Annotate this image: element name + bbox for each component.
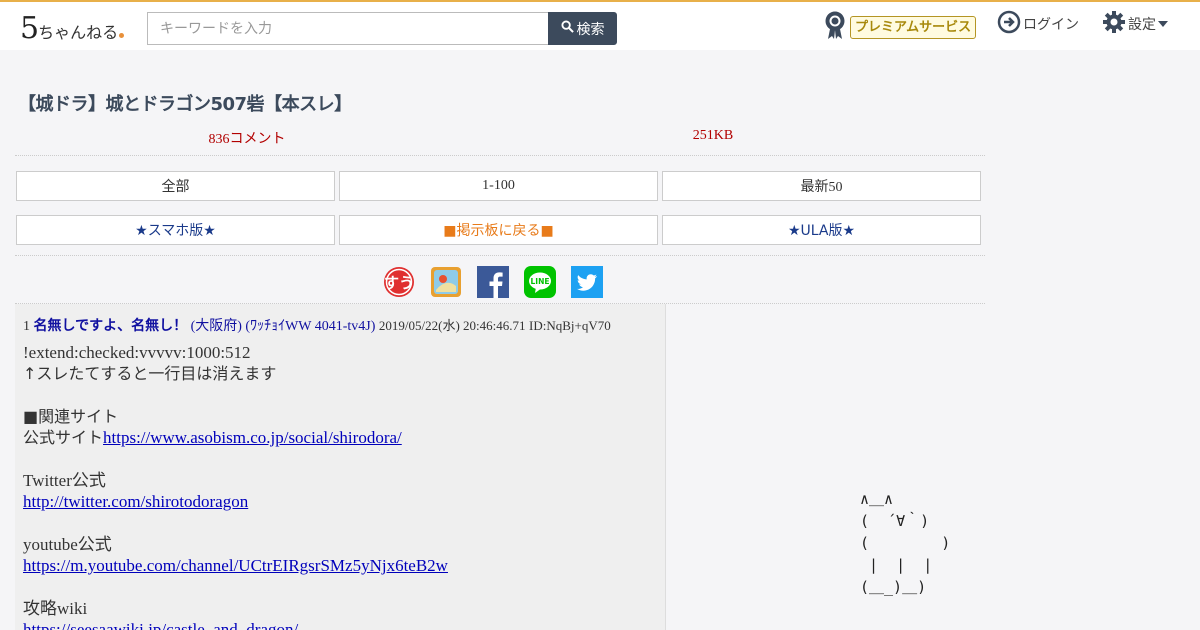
svg-text:LINE: LINE [531, 277, 550, 286]
gear-icon [1102, 10, 1126, 38]
post-line: ■関連サイト [23, 406, 119, 426]
magnifier-icon [560, 20, 574, 37]
post-line: http://twitter.com/shirotodoragon [23, 491, 653, 512]
poster-region: (大阪府) (ﾜｯﾁｮｲWW 4041-tv4J) [190, 319, 376, 334]
bookmark-icon[interactable] [430, 266, 462, 298]
settings-menu[interactable]: 設定 [1102, 11, 1168, 37]
premium-badge: プレミアムサービス [850, 15, 977, 39]
share-bar: すう LINE [383, 266, 603, 298]
youtube-link[interactable]: https://m.youtube.com/channel/UCtrEIRgsr… [23, 556, 448, 575]
post-line: !extend:checked:vvvvv:1000:512 [23, 343, 251, 362]
post-line: https://m.youtube.com/channel/UCtrEIRgsr… [23, 555, 653, 576]
back-to-board-button[interactable]: ■掲示板に戻る■ [339, 215, 658, 245]
post-body: !extend:checked:vvvvv:1000:512 ↑スレたてすると一… [23, 342, 653, 630]
logo-number: 5 [20, 11, 39, 46]
caret-down-icon [1158, 16, 1168, 32]
search-button-label: 検索 [576, 21, 605, 38]
svg-text:すう: すう [384, 274, 414, 292]
post-line: Twitter公式 [23, 470, 106, 490]
logo-dot [119, 33, 125, 38]
post-header: 1 名無しですよ、名無し！ (大阪府) (ﾜｯﾁｮｲWW 4041-tv4J) … [23, 315, 611, 335]
post-number[interactable]: 1 [23, 319, 30, 334]
facebook-icon[interactable] [477, 266, 509, 298]
post-line: https://seesaawiki.jp/castle_and_dragon/ [23, 619, 653, 630]
search-button[interactable]: 検索 [548, 12, 617, 45]
post-line: 公式サイトhttps://www.asobism.co.jp/social/sh… [23, 427, 653, 448]
post-item: 1 名無しですよ、名無し！ (大阪府) (ﾜｯﾁｮｲWW 4041-tv4J) … [15, 304, 666, 630]
hatena-icon[interactable]: すう [383, 266, 415, 298]
line-icon[interactable]: LINE [524, 266, 556, 298]
wiki-link[interactable]: https://seesaawiki.jp/castle_and_dragon/ [23, 620, 298, 630]
twitter-link[interactable]: http://twitter.com/shirotodoragon [23, 492, 248, 511]
ascii-art-cat: ∧＿∧ ( ´∀｀) ( ) | | | (＿_)＿) [860, 490, 951, 596]
smartphone-version-button[interactable]: ★スマホ版★ [16, 215, 335, 245]
poster-name[interactable]: 名無しですよ、名無し！ [34, 318, 188, 334]
search-input[interactable] [147, 12, 549, 45]
nav-row-views: ★スマホ版★ ■掲示板に戻る■ ★ULA版★ [16, 215, 982, 245]
twitter-icon[interactable] [571, 266, 603, 298]
thread-size: 251KB [692, 128, 734, 143]
login-label: ログイン [1023, 17, 1079, 33]
divider [15, 255, 985, 256]
official-site-link[interactable]: https://www.asobism.co.jp/social/shirodo… [103, 428, 402, 447]
nav-row-range: 全部 1-100 最新50 [16, 171, 982, 201]
poster-id[interactable]: ID:NqBj+qV70 [529, 318, 611, 333]
site-header: 5 ちゃんねる 検索 プレミアムサービス ログイン [0, 0, 1200, 50]
post-line: 攻略wiki [23, 598, 88, 618]
award-medal-icon [824, 10, 846, 45]
logo-text: ちゃんねる [38, 23, 119, 42]
show-all-button[interactable]: 全部 [16, 171, 335, 201]
premium-service-link[interactable]: プレミアムサービス [824, 10, 977, 45]
post-line: ↑スレたてすると一行目は消えます [23, 364, 277, 384]
login-arrow-icon [997, 10, 1021, 38]
post-line: youtube公式 [23, 534, 112, 554]
login-link[interactable]: ログイン [997, 10, 1079, 38]
post-text: 公式サイト [23, 428, 104, 448]
comment-count: 836コメント [208, 132, 286, 147]
thread-stats: 836コメント 251KB [15, 120, 985, 156]
post-date: 2019/05/22(水) 20:46:46.71 [378, 318, 526, 333]
show-1-100-button[interactable]: 1-100 [339, 171, 658, 201]
ula-version-button[interactable]: ★ULA版★ [662, 215, 981, 245]
show-latest50-button[interactable]: 最新50 [662, 171, 981, 201]
site-logo[interactable]: 5 ちゃんねる [20, 10, 125, 46]
thread-title: 【城ドラ】城とドラゴン507砦【本スレ】 [18, 94, 352, 115]
settings-label: 設定 [1128, 17, 1156, 33]
